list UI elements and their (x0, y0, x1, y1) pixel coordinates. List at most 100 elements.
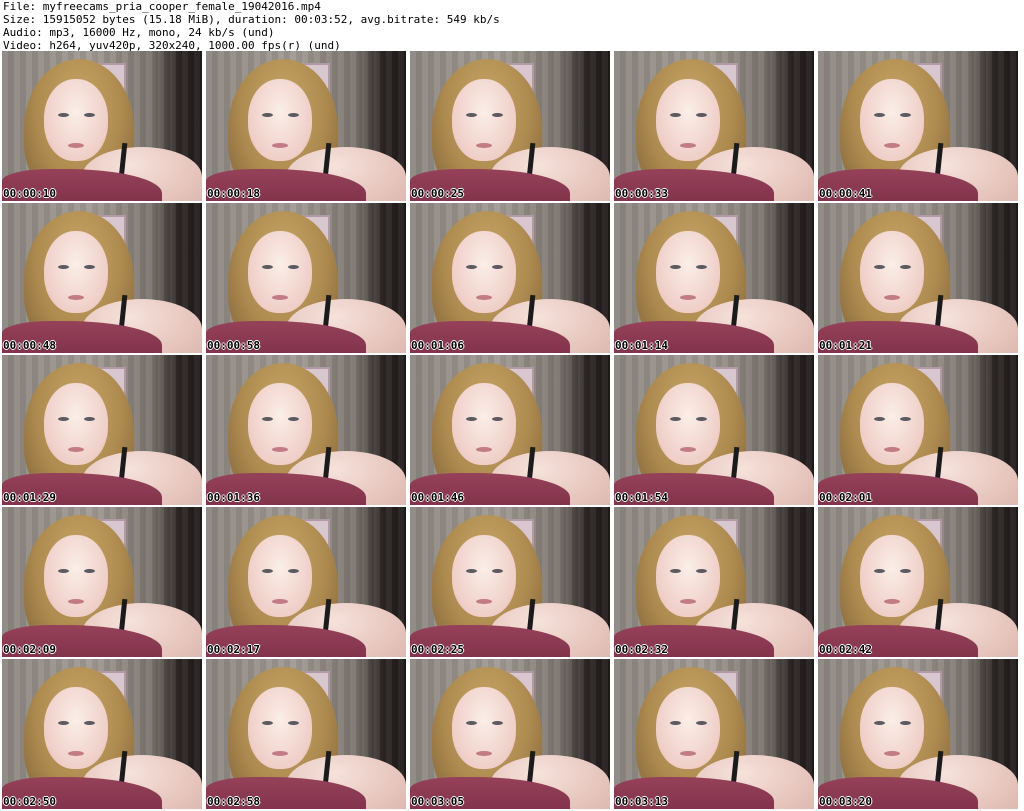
face (860, 383, 924, 465)
right-eye (288, 569, 299, 573)
video-thumbnail[interactable]: 00:03:05 (410, 659, 610, 809)
video-thumbnail[interactable]: 00:02:58 (206, 659, 406, 809)
timestamp-label: 00:00:58 (207, 339, 260, 352)
video-thumbnail[interactable]: 00:02:01 (818, 355, 1018, 505)
right-eye (84, 417, 95, 421)
video-thumbnail[interactable]: 00:00:41 (818, 51, 1018, 201)
video-thumbnail[interactable]: 00:00:25 (410, 51, 610, 201)
lips (272, 143, 288, 148)
lips (476, 599, 492, 604)
timestamp-label: 00:03:20 (819, 795, 872, 808)
left-eye (466, 265, 477, 269)
video-thumbnail[interactable]: 00:02:50 (2, 659, 202, 809)
left-eye (58, 417, 69, 421)
lips (884, 295, 900, 300)
lips (272, 447, 288, 452)
right-eye (900, 721, 911, 725)
face (656, 231, 720, 313)
lips (476, 295, 492, 300)
video-thumbnail[interactable]: 00:01:46 (410, 355, 610, 505)
video-thumbnail[interactable]: 00:01:29 (2, 355, 202, 505)
left-eye (670, 417, 681, 421)
right-eye (696, 721, 707, 725)
video-thumbnail[interactable]: 00:02:32 (614, 507, 814, 657)
left-eye (670, 265, 681, 269)
timestamp-label: 00:00:18 (207, 187, 260, 200)
lips (884, 751, 900, 756)
timestamp-label: 00:01:06 (411, 339, 464, 352)
right-eye (288, 265, 299, 269)
timestamp-label: 00:02:58 (207, 795, 260, 808)
right-eye (696, 417, 707, 421)
right-eye (492, 265, 503, 269)
video-thumbnail[interactable]: 00:01:36 (206, 355, 406, 505)
right-eye (84, 721, 95, 725)
video-thumbnail[interactable]: 00:00:33 (614, 51, 814, 201)
face (248, 535, 312, 617)
lips (476, 143, 492, 148)
file-name-line: File: myfreecams_pria_cooper_female_1904… (3, 0, 321, 13)
video-thumbnail[interactable]: 00:00:48 (2, 203, 202, 353)
timestamp-label: 00:02:50 (3, 795, 56, 808)
video-thumbnail[interactable]: 00:01:14 (614, 203, 814, 353)
left-eye (670, 721, 681, 725)
size-line: Size: 15915052 bytes (15.18 MiB), durati… (3, 13, 500, 26)
face (860, 687, 924, 769)
left-eye (670, 569, 681, 573)
lips (476, 447, 492, 452)
video-thumbnail[interactable]: 00:00:58 (206, 203, 406, 353)
lips (680, 599, 696, 604)
lips (272, 751, 288, 756)
right-eye (900, 265, 911, 269)
timestamp-label: 00:01:21 (819, 339, 872, 352)
face (860, 231, 924, 313)
lips (476, 751, 492, 756)
right-eye (288, 721, 299, 725)
left-eye (262, 417, 273, 421)
left-eye (466, 569, 477, 573)
face (44, 535, 108, 617)
left-eye (262, 721, 273, 725)
timestamp-label: 00:01:29 (3, 491, 56, 504)
thumbnail-grid: 00:00:10 00:00:18 00:00:25 00:00:33 00:00:41… (2, 51, 1018, 809)
video-thumbnail[interactable]: 00:00:10 (2, 51, 202, 201)
video-thumbnail[interactable]: 00:01:21 (818, 203, 1018, 353)
timestamp-label: 00:01:36 (207, 491, 260, 504)
left-eye (262, 265, 273, 269)
lips (272, 295, 288, 300)
right-eye (492, 569, 503, 573)
timestamp-label: 00:03:05 (411, 795, 464, 808)
right-eye (900, 417, 911, 421)
video-thumbnail[interactable]: 00:01:54 (614, 355, 814, 505)
left-eye (466, 721, 477, 725)
lips (884, 599, 900, 604)
video-thumbnail[interactable]: 00:01:06 (410, 203, 610, 353)
face (860, 79, 924, 161)
timestamp-label: 00:02:01 (819, 491, 872, 504)
timestamp-label: 00:00:10 (3, 187, 56, 200)
lips (680, 143, 696, 148)
timestamp-label: 00:03:13 (615, 795, 668, 808)
right-eye (288, 417, 299, 421)
video-thumbnail[interactable]: 00:03:20 (818, 659, 1018, 809)
lips (272, 599, 288, 604)
video-thumbnail[interactable]: 00:02:25 (410, 507, 610, 657)
video-thumbnail[interactable]: 00:02:42 (818, 507, 1018, 657)
video-thumbnail[interactable]: 00:02:09 (2, 507, 202, 657)
left-eye (58, 113, 69, 117)
video-thumbnail[interactable]: 00:03:13 (614, 659, 814, 809)
right-eye (696, 113, 707, 117)
left-eye (874, 721, 885, 725)
lips (680, 295, 696, 300)
timestamp-label: 00:00:41 (819, 187, 872, 200)
video-thumbnail[interactable]: 00:00:18 (206, 51, 406, 201)
lips (680, 751, 696, 756)
right-eye (84, 265, 95, 269)
timestamp-label: 00:01:14 (615, 339, 668, 352)
timestamp-label: 00:00:48 (3, 339, 56, 352)
face (452, 79, 516, 161)
face (452, 383, 516, 465)
face (248, 231, 312, 313)
face (656, 383, 720, 465)
video-thumbnail[interactable]: 00:02:17 (206, 507, 406, 657)
